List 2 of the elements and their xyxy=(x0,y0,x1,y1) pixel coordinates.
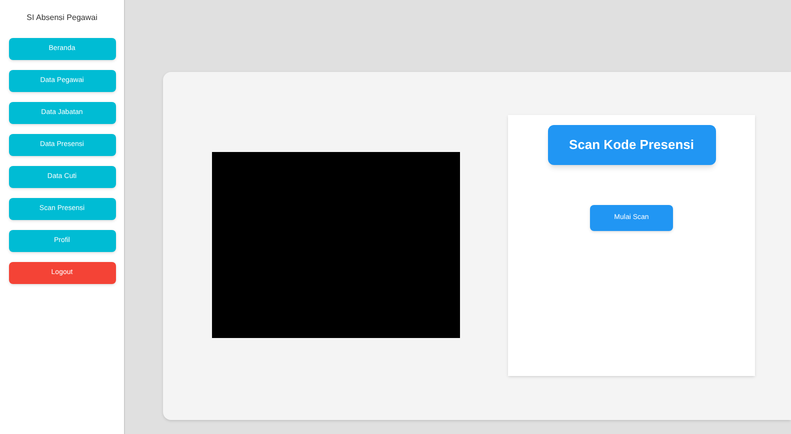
scan-title-button[interactable]: Scan Kode Presensi xyxy=(548,125,716,165)
app-title: SI Absensi Pegawai xyxy=(26,12,98,24)
